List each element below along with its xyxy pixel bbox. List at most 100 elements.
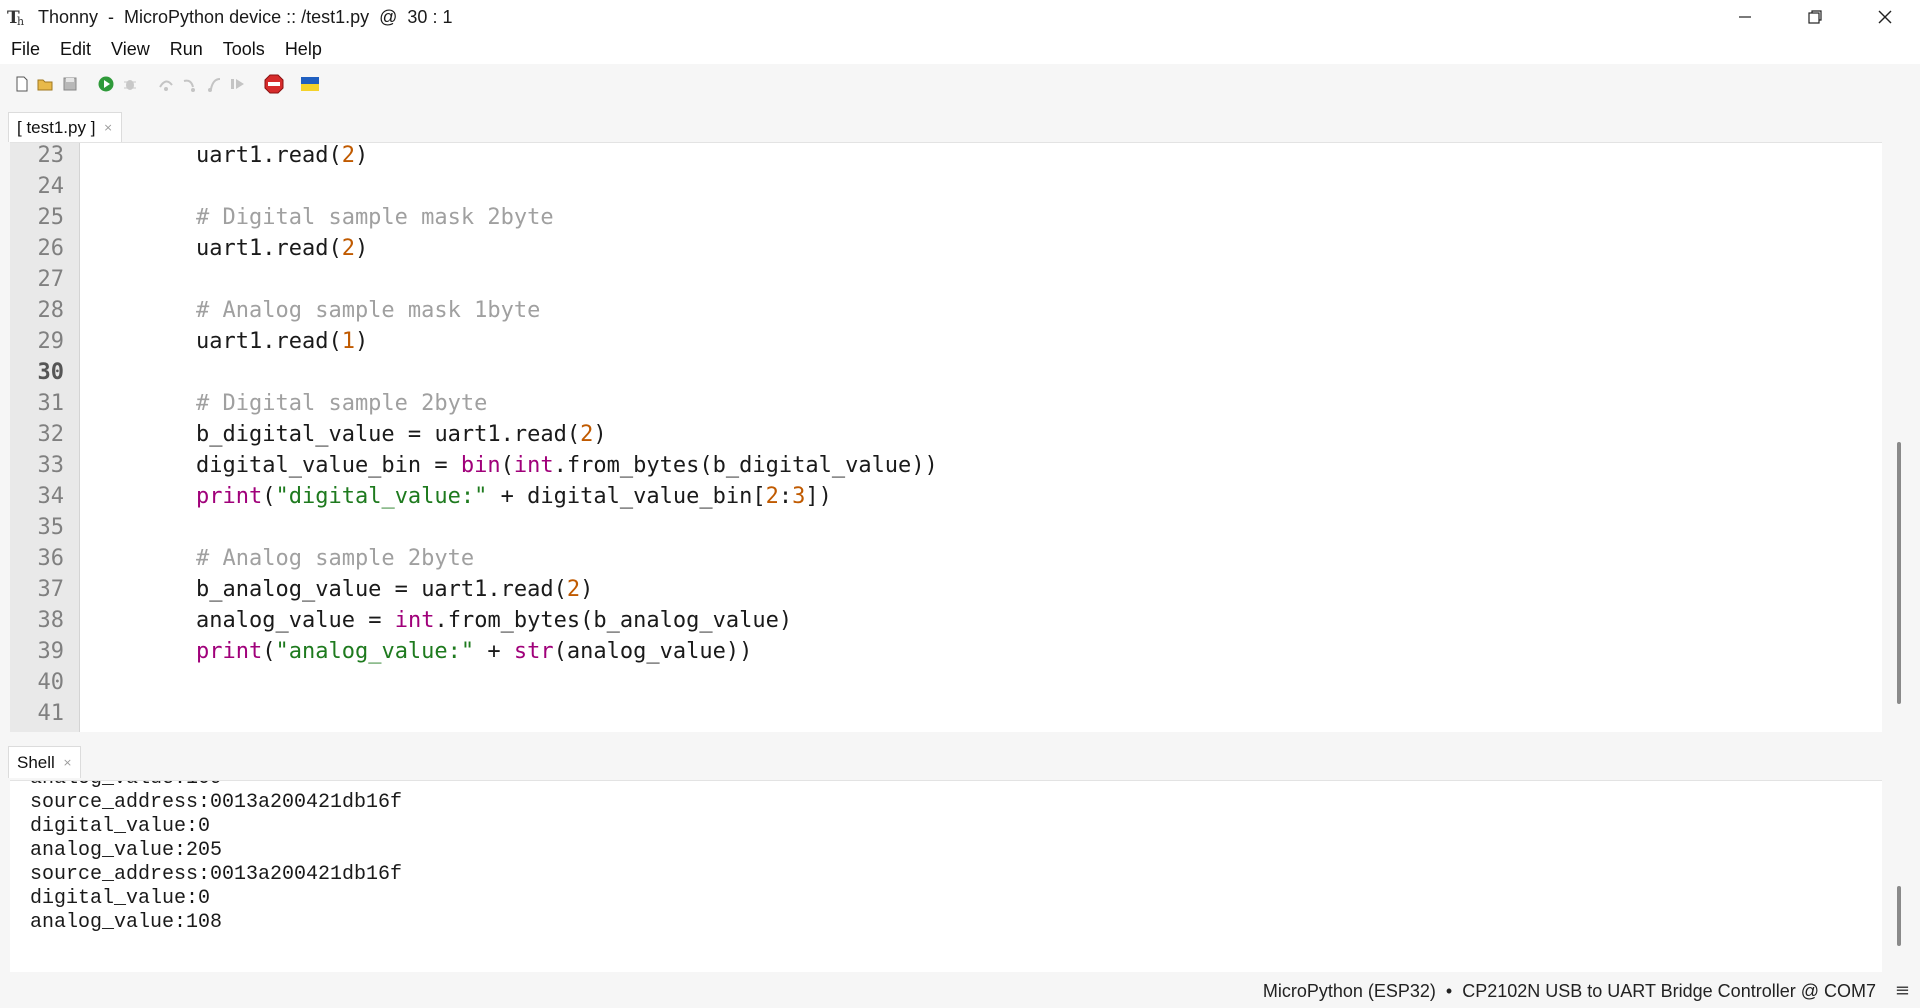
restore-icon — [1808, 10, 1822, 24]
line-number: 40 — [37, 670, 65, 695]
step-into-button[interactable] — [180, 74, 200, 94]
editor-tab-bar: [ test1.py ] × — [8, 110, 122, 142]
code-line[interactable]: print("analog_value:" + str(analog_value… — [196, 636, 752, 667]
code-line[interactable]: b_digital_value = uart1.read(2) — [196, 419, 607, 450]
close-icon — [1878, 10, 1892, 24]
line-number: 30 — [37, 360, 65, 385]
interpreter-status[interactable]: MicroPython (ESP32) • CP2102N USB to UAR… — [1263, 981, 1876, 1002]
line-number: 35 — [37, 515, 65, 540]
svg-text:h: h — [17, 15, 24, 27]
shell-tab-close-icon[interactable]: × — [63, 756, 72, 769]
tab-test1-py[interactable]: [ test1.py ] × — [8, 112, 122, 142]
line-number: 28 — [37, 298, 65, 323]
new-file-button[interactable] — [12, 74, 32, 94]
line-number: 33 — [37, 453, 65, 478]
line-number: 39 — [37, 639, 65, 664]
tab-label: [ test1.py ] — [17, 117, 96, 137]
step-over-icon — [159, 80, 173, 91]
restore-button[interactable] — [1780, 0, 1850, 34]
editor-scrollbar[interactable] — [1890, 142, 1908, 732]
status-bar: MicroPython (ESP32) • CP2102N USB to UAR… — [0, 976, 1920, 1008]
shell-line: source_address:0013a200421db16f — [30, 863, 403, 886]
new-file-icon — [16, 76, 28, 92]
shell-line: digital_value:0 — [30, 887, 211, 910]
line-number: 31 — [37, 391, 65, 416]
close-window-button[interactable] — [1850, 0, 1920, 34]
line-number: 24 — [37, 174, 65, 199]
code-line[interactable]: # Analog sample 2byte — [196, 543, 474, 574]
step-out-icon — [208, 78, 221, 92]
code-line[interactable]: # Digital sample mask 2byte — [196, 202, 554, 233]
menu-file[interactable]: File — [0, 39, 49, 60]
shell-line: analog_value:109 — [30, 781, 222, 791]
minimize-icon — [1739, 16, 1751, 18]
debug-icon — [124, 80, 136, 90]
window-title: Thonny - MicroPython device :: /test1.py… — [38, 6, 453, 27]
line-number: 38 — [37, 608, 65, 633]
shell-line: analog_value:108 — [30, 911, 223, 934]
menu-view[interactable]: View — [100, 39, 159, 60]
code-line[interactable]: uart1.read(2) — [196, 233, 368, 264]
shell-scrollbar[interactable] — [1890, 780, 1908, 972]
save-icon — [63, 77, 77, 91]
shell-line: source_address:0013a200421db16f — [30, 791, 403, 814]
line-number: 37 — [37, 577, 65, 602]
code-area[interactable]: uart1.read(2) # Digital sample mask 2byte… — [80, 143, 1882, 732]
run-icon — [98, 76, 114, 92]
menu-edit[interactable]: Edit — [49, 39, 100, 60]
line-number: 41 — [37, 701, 65, 726]
resume-button[interactable] — [228, 74, 248, 94]
shell-scrollbar-thumb[interactable] — [1897, 886, 1901, 946]
code-line[interactable]: analog_value = int.from_bytes(b_analog_v… — [196, 605, 792, 636]
menu-help[interactable]: Help — [274, 39, 331, 60]
run-button[interactable] — [96, 74, 116, 94]
tab-close-icon[interactable]: × — [103, 121, 112, 134]
support-ukraine-button[interactable] — [300, 74, 320, 94]
shell-tab-bar: Shell × — [8, 744, 82, 778]
code-line[interactable]: # Analog sample mask 1byte — [196, 295, 540, 326]
open-file-icon — [37, 79, 53, 91]
stop-icon — [264, 74, 284, 94]
code-line[interactable]: digital_value_bin = bin(int.from_bytes(b… — [196, 450, 938, 481]
line-number-gutter: 23 24 25 26 27 28 29 30 31 32 33 34 35 36 37 38 39 40 41 — [10, 143, 80, 732]
code-editor[interactable]: 23 24 25 26 27 28 29 30 31 32 33 34 35 36 37 38 39 40 41 u… — [10, 142, 1882, 732]
title-bar: T h Thonny - MicroPython device :: /test… — [0, 0, 1920, 34]
thonny-window: T h Thonny - MicroPython device :: /test… — [0, 0, 1920, 1008]
resume-icon — [231, 79, 244, 89]
minimize-button[interactable] — [1710, 0, 1780, 34]
thonny-app-icon: T h — [6, 6, 28, 28]
menu-run[interactable]: Run — [159, 39, 212, 60]
code-line[interactable]: # Digital sample 2byte — [196, 388, 487, 419]
stop-button[interactable] — [264, 74, 284, 94]
shell-line: analog_value:205 — [30, 839, 223, 862]
shell-line: digital_value:0 — [30, 815, 211, 838]
line-number: 32 — [37, 422, 65, 447]
step-into-icon — [183, 79, 195, 92]
line-number: 26 — [37, 236, 65, 261]
save-button[interactable] — [60, 74, 80, 94]
menu-tools[interactable]: Tools — [212, 39, 274, 60]
hamburger-menu-icon[interactable]: ≡ — [1895, 980, 1910, 1001]
code-line[interactable]: print("digital_value:" + digital_value_b… — [196, 481, 832, 512]
line-number: 34 — [37, 484, 65, 509]
line-number: 25 — [37, 205, 65, 230]
tab-shell[interactable]: Shell × — [8, 746, 82, 778]
debug-button[interactable] — [120, 74, 140, 94]
line-number: 27 — [37, 267, 65, 292]
code-line[interactable]: uart1.read(1) — [196, 326, 368, 357]
line-number: 36 — [37, 546, 65, 571]
shell-output[interactable]: analog_value:109source_address:0013a2004… — [10, 780, 1882, 972]
line-number: 29 — [37, 329, 65, 354]
line-number: 23 — [37, 143, 65, 168]
open-file-button[interactable] — [36, 74, 56, 94]
code-line[interactable]: uart1.read(2) — [196, 143, 368, 171]
step-out-button[interactable] — [204, 74, 224, 94]
menu-bar: File Edit View Run Tools Help — [0, 34, 1920, 64]
shell-tab-label: Shell — [17, 752, 55, 772]
code-line[interactable]: b_analog_value = uart1.read(2) — [196, 574, 593, 605]
step-over-button[interactable] — [156, 74, 176, 94]
toolbar — [0, 64, 1920, 104]
ukraine-flag-icon — [301, 77, 319, 91]
window-controls — [1710, 0, 1920, 34]
editor-scrollbar-thumb[interactable] — [1897, 442, 1901, 704]
